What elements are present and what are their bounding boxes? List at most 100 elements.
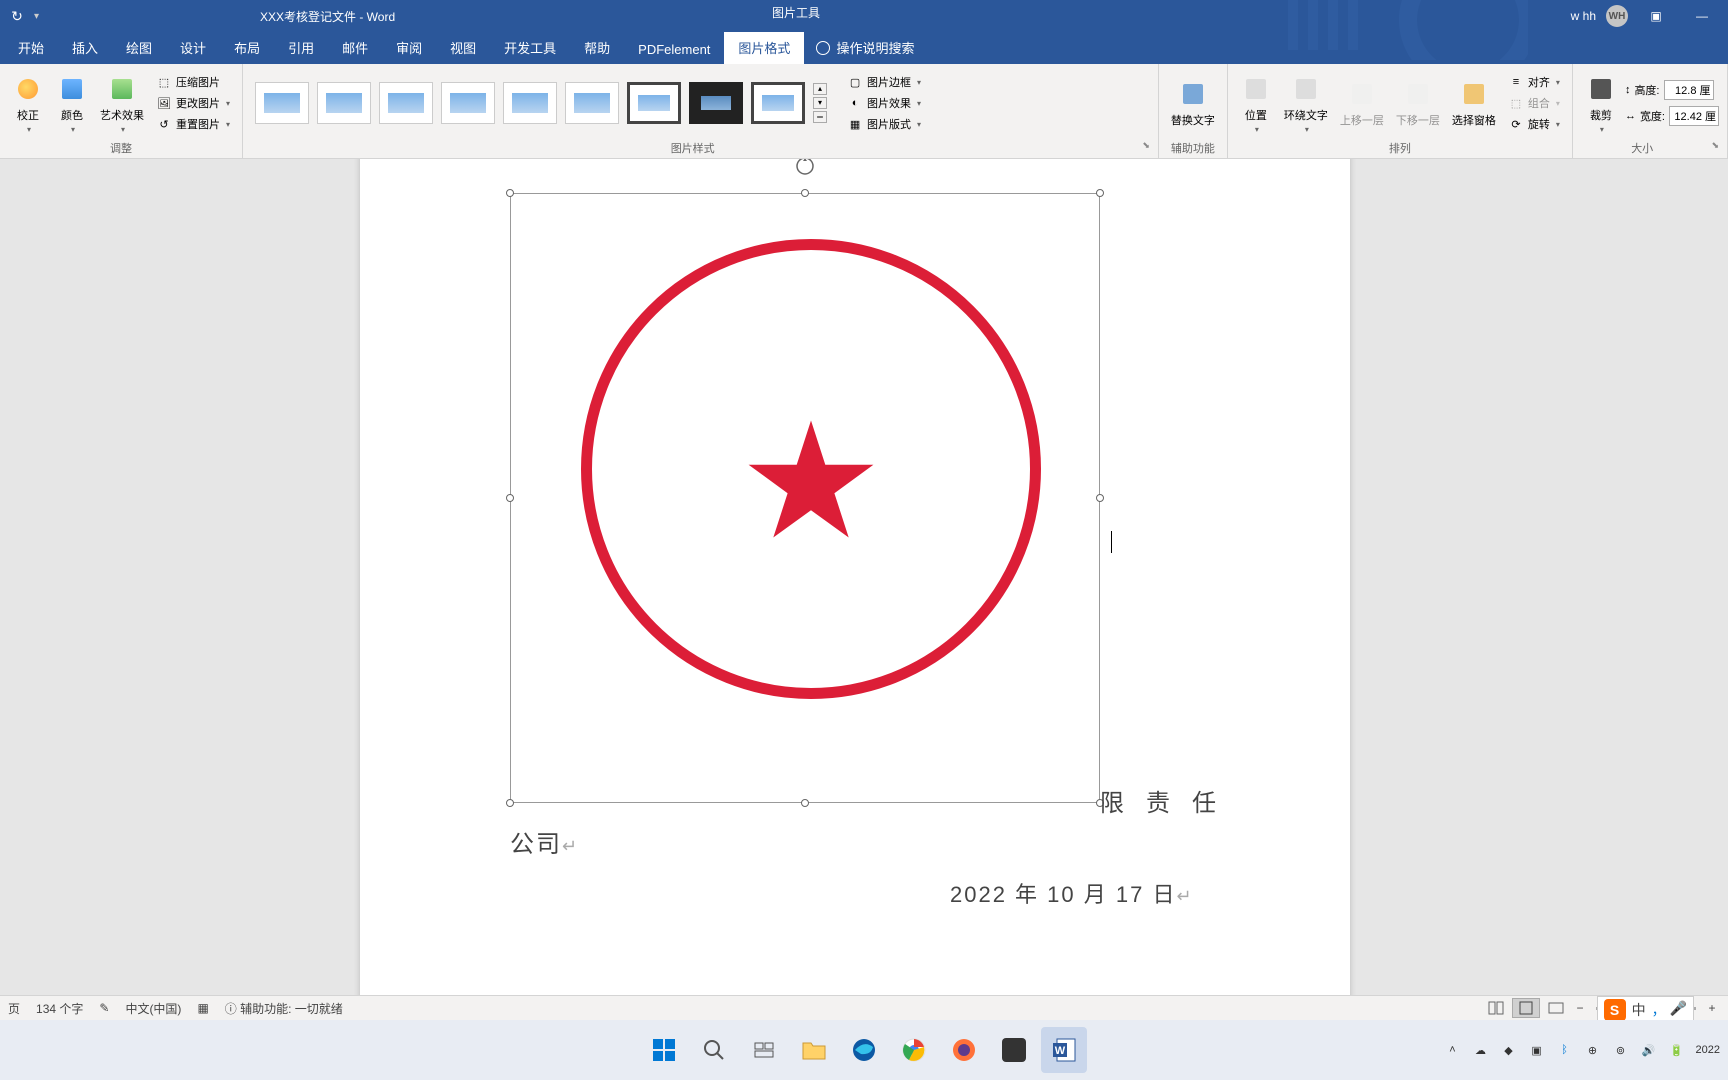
- picture-effects-button[interactable]: ◐图片效果▾: [843, 93, 925, 113]
- tray-clock[interactable]: 2022: [1696, 1044, 1720, 1056]
- tray-bluetooth-icon[interactable]: ᛒ: [1556, 1041, 1574, 1059]
- width-input[interactable]: [1669, 106, 1719, 126]
- wrap-text-button[interactable]: 环绕文字▾: [1280, 71, 1332, 136]
- lightbulb-icon: [816, 41, 830, 55]
- search-button[interactable]: [691, 1027, 737, 1073]
- style-thumb-2[interactable]: [317, 82, 371, 124]
- start-button[interactable]: [641, 1027, 687, 1073]
- color-button[interactable]: 颜色 ▾: [52, 71, 92, 136]
- edge-button[interactable]: [841, 1027, 887, 1073]
- style-thumb-5[interactable]: [503, 82, 557, 124]
- tray-chevron-icon[interactable]: ˄: [1444, 1041, 1462, 1059]
- tray-app-icon-2[interactable]: ▣: [1528, 1041, 1546, 1059]
- height-input[interactable]: [1664, 80, 1714, 100]
- reset-picture-button[interactable]: ↺重置图片▾: [152, 114, 234, 134]
- tab-insert[interactable]: 插入: [58, 31, 112, 64]
- style-thumb-1[interactable]: [255, 82, 309, 124]
- status-accessibility[interactable]: ⓘ 辅助功能: 一切就绪: [225, 1000, 343, 1017]
- status-page[interactable]: 页: [8, 1000, 20, 1017]
- selection-handle-bl[interactable]: [506, 799, 514, 807]
- picture-layout-button[interactable]: ▦图片版式▾: [843, 114, 925, 134]
- statusbar: 页 134 个字 ✎ 中文(中国) ▦ ⓘ 辅助功能: 一切就绪 − +: [0, 995, 1728, 1020]
- view-web-layout-button[interactable]: [1542, 998, 1570, 1018]
- crop-button[interactable]: 裁剪▾: [1581, 71, 1621, 136]
- task-view-button[interactable]: [741, 1027, 787, 1073]
- selection-pane-button[interactable]: 选择窗格: [1448, 76, 1500, 130]
- gallery-more-button[interactable]: ＝: [813, 111, 827, 123]
- styles-dialog-launcher[interactable]: ⬊: [1142, 140, 1150, 151]
- style-thumb-8[interactable]: [689, 82, 743, 124]
- selection-handle-tr[interactable]: [1096, 189, 1104, 197]
- user-name[interactable]: w hh: [1571, 9, 1596, 23]
- gallery-scroll-up[interactable]: ▴: [813, 83, 827, 95]
- size-dialog-launcher[interactable]: ⬊: [1711, 140, 1719, 151]
- tab-review[interactable]: 审阅: [382, 31, 436, 64]
- height-control: ↕ 高度:: [1625, 80, 1719, 100]
- rotate-handle-icon[interactable]: [795, 159, 815, 176]
- ribbon-display-options-icon[interactable]: ▣: [1638, 2, 1674, 30]
- selection-handle-mr[interactable]: [1096, 494, 1104, 502]
- tab-pdfelement[interactable]: PDFelement: [624, 35, 724, 64]
- status-macro-icon[interactable]: ▦: [197, 1001, 208, 1015]
- status-spellcheck-icon[interactable]: ✎: [99, 1001, 109, 1015]
- align-button[interactable]: ≡对齐▾: [1504, 72, 1564, 92]
- alt-text-button[interactable]: 替换文字: [1167, 76, 1219, 130]
- selection-handle-bm[interactable]: [801, 799, 809, 807]
- undo-icon[interactable]: ↻: [8, 7, 26, 25]
- tab-mailings[interactable]: 邮件: [328, 31, 382, 64]
- document-area[interactable]: 限 责 任 公司↵ 2022 年 10 月 17 日↵: [0, 159, 1728, 1049]
- status-language[interactable]: 中文(中国): [125, 1000, 181, 1017]
- document-text-company[interactable]: 公司↵: [510, 824, 579, 859]
- selected-picture[interactable]: [510, 193, 1100, 803]
- tab-draw[interactable]: 绘图: [112, 31, 166, 64]
- firefox-button[interactable]: [941, 1027, 987, 1073]
- style-thumb-4[interactable]: [441, 82, 495, 124]
- document-page[interactable]: 限 责 任 公司↵ 2022 年 10 月 17 日↵: [360, 159, 1350, 1049]
- tray-onedrive-icon[interactable]: ☁: [1472, 1041, 1490, 1059]
- qat-customize-dropdown[interactable]: ▾: [34, 11, 39, 22]
- tab-developer[interactable]: 开发工具: [490, 31, 570, 64]
- view-read-mode-button[interactable]: [1482, 998, 1510, 1018]
- style-thumb-9[interactable]: [751, 82, 805, 124]
- zoom-in-button[interactable]: +: [1704, 1001, 1720, 1015]
- rotate-button[interactable]: ⟳旋转▾: [1504, 114, 1564, 134]
- word-button[interactable]: W: [1041, 1027, 1087, 1073]
- tray-volume-icon[interactable]: 🔊: [1640, 1041, 1658, 1059]
- user-avatar[interactable]: WH: [1606, 5, 1628, 27]
- tab-picture-format[interactable]: 图片格式: [724, 31, 804, 64]
- change-picture-button[interactable]: 🖼更改图片▾: [152, 93, 234, 113]
- style-thumb-7[interactable]: [627, 82, 681, 124]
- tray-lang-icon[interactable]: ⊕: [1584, 1041, 1602, 1059]
- style-thumb-3[interactable]: [379, 82, 433, 124]
- position-button[interactable]: 位置▾: [1236, 71, 1276, 136]
- tab-design[interactable]: 设计: [166, 31, 220, 64]
- zoom-out-button[interactable]: −: [1572, 1001, 1588, 1015]
- document-text-date[interactable]: 2022 年 10 月 17 日↵: [950, 877, 1194, 909]
- tab-view[interactable]: 视图: [436, 31, 490, 64]
- selection-handle-tm[interactable]: [801, 189, 809, 197]
- view-print-layout-button[interactable]: [1512, 998, 1540, 1018]
- text-cursor: [1111, 531, 1112, 553]
- tab-layout[interactable]: 布局: [220, 31, 274, 64]
- file-explorer-button[interactable]: [791, 1027, 837, 1073]
- style-thumb-6[interactable]: [565, 82, 619, 124]
- status-word-count[interactable]: 134 个字: [36, 1000, 83, 1017]
- picture-border-button[interactable]: ▢图片边框▾: [843, 72, 925, 92]
- selection-handle-ml[interactable]: [506, 494, 514, 502]
- gallery-scroll-down[interactable]: ▾: [813, 97, 827, 109]
- document-text-fragment-1[interactable]: 限 责 任: [1100, 783, 1224, 818]
- tray-battery-icon[interactable]: 🔋: [1668, 1041, 1686, 1059]
- tab-references[interactable]: 引用: [274, 31, 328, 64]
- corrections-button[interactable]: 校正 ▾: [8, 71, 48, 136]
- tab-help[interactable]: 帮助: [570, 31, 624, 64]
- tell-me-search[interactable]: 操作说明搜索: [804, 31, 926, 64]
- app-button-1[interactable]: [991, 1027, 1037, 1073]
- tray-wifi-icon[interactable]: ⊚: [1612, 1041, 1630, 1059]
- chrome-button[interactable]: [891, 1027, 937, 1073]
- selection-handle-tl[interactable]: [506, 189, 514, 197]
- tab-home[interactable]: 开始: [4, 31, 58, 64]
- artistic-effects-button[interactable]: 艺术效果 ▾: [96, 71, 148, 136]
- compress-pictures-button[interactable]: ⬚压缩图片: [152, 72, 234, 92]
- tray-app-icon-1[interactable]: ◆: [1500, 1041, 1518, 1059]
- minimize-button[interactable]: —: [1684, 2, 1720, 30]
